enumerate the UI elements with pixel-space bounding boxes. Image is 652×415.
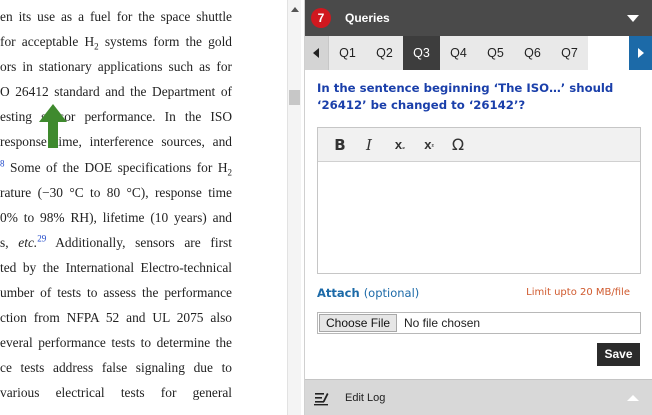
choose-file-button[interactable]: Choose File bbox=[319, 314, 398, 332]
document-line: ted by the International Electro-technic… bbox=[0, 260, 232, 276]
response-editor: B I x₂ x² Ω bbox=[317, 127, 641, 274]
line-text: ction from NFPA 52 and UL 2075 also bbox=[0, 310, 232, 325]
tab-q7[interactable]: Q7 bbox=[551, 36, 588, 70]
line-text: ted by the International Electro-technic… bbox=[0, 260, 232, 275]
tab-q4[interactable]: Q4 bbox=[440, 36, 477, 70]
file-status: No file chosen bbox=[404, 316, 481, 330]
document-line: umber of tests to assess the performance bbox=[0, 285, 232, 301]
tab-q5[interactable]: Q5 bbox=[477, 36, 514, 70]
line-text: s, bbox=[0, 235, 19, 250]
editor-toolbar: B I x₂ x² Ω bbox=[318, 128, 640, 162]
tab-q2[interactable]: Q2 bbox=[366, 36, 403, 70]
query-tabs: Q1 Q2 Q3 Q4 Q5 Q6 Q7 bbox=[329, 36, 588, 70]
line-italic-text: etc. bbox=[18, 235, 38, 250]
edit-log-bar[interactable]: Edit Log bbox=[305, 379, 652, 415]
line-text: esting sensor performance. In the ISO bbox=[0, 109, 232, 124]
document-scrollbar[interactable] bbox=[287, 0, 301, 415]
previous-tab-button[interactable] bbox=[305, 36, 329, 70]
subscript-glyph: x bbox=[394, 137, 403, 152]
line-text: various electrical tests for general bbox=[0, 385, 232, 400]
query-tab-strip: Q1 Q2 Q3 Q4 Q5 Q6 Q7 bbox=[305, 36, 652, 70]
document-line: various electrical tests for general bbox=[0, 385, 232, 401]
document-line: 0% to 98% RH), lifetime (10 years) and bbox=[0, 210, 232, 226]
line-text: 0% to 98% RH), lifetime (10 years) and bbox=[0, 210, 232, 225]
attach-limit-note: Limit upto 20 MB/file bbox=[526, 287, 630, 298]
document-pane: en its use as a fuel for the space shutt… bbox=[0, 0, 287, 415]
queries-title: Queries bbox=[345, 11, 390, 25]
line-text: everal performance tests to determine th… bbox=[0, 335, 232, 350]
attach-title: Attach bbox=[317, 286, 360, 300]
document-line: rature (−30 °C to 80 °C), response time bbox=[0, 185, 232, 201]
document-line: 8 Some of the DOE specifications for H2 bbox=[0, 160, 232, 176]
document-line: everal performance tests to determine th… bbox=[0, 335, 232, 351]
attach-optional: (optional) bbox=[363, 286, 420, 300]
tab-q6[interactable]: Q6 bbox=[514, 36, 551, 70]
formatting-tools: B I x₂ x² Ω bbox=[324, 133, 464, 157]
document-line: O 26412 standard and the Department of bbox=[0, 84, 232, 100]
edit-log-icon bbox=[314, 393, 329, 406]
document-line: for acceptable H2 systems form the gold bbox=[0, 34, 232, 50]
special-character-button[interactable]: Ω bbox=[446, 133, 470, 157]
line-text: rature (−30 °C to 80 °C), response time bbox=[0, 185, 232, 200]
document-line: ce tests address false signaling due to bbox=[0, 360, 232, 376]
line-text: en its use as a fuel for the space shutt… bbox=[0, 9, 232, 24]
up-arrow-marker-icon[interactable] bbox=[37, 104, 69, 148]
tab-q3[interactable]: Q3 bbox=[403, 36, 440, 70]
attach-label: Attach (optional) bbox=[317, 286, 419, 300]
subscript-button[interactable]: x₂ bbox=[388, 133, 412, 157]
expand-icon[interactable] bbox=[627, 395, 639, 401]
line-text: for acceptable H bbox=[0, 34, 95, 49]
line-text: umber of tests to assess the performance bbox=[0, 285, 232, 300]
superscript-button[interactable]: x² bbox=[417, 133, 441, 157]
file-input[interactable]: Choose File No file chosen bbox=[317, 312, 641, 334]
line-subscript: 2 bbox=[227, 167, 233, 176]
document-line: ction from NFPA 52 and UL 2075 also bbox=[0, 310, 232, 326]
italic-button[interactable]: I bbox=[357, 133, 381, 157]
line-text: O 26412 standard and the Department of bbox=[0, 84, 232, 99]
save-button[interactable]: Save bbox=[597, 343, 640, 366]
document-line: ors in stationary applications such as f… bbox=[0, 59, 232, 75]
line-text: response time, interference sources, and bbox=[0, 134, 232, 149]
edit-log-label: Edit Log bbox=[345, 392, 386, 404]
collapse-icon[interactable] bbox=[627, 15, 639, 22]
document-line: en its use as a fuel for the space shutt… bbox=[0, 9, 232, 25]
queries-header[interactable]: 7 Queries bbox=[305, 0, 652, 36]
line-text: ce tests address false signaling due to bbox=[0, 360, 232, 375]
line-text-continued: systems form the gold bbox=[98, 34, 232, 49]
document-line: response time, interference sources, and bbox=[0, 134, 232, 150]
bold-button[interactable]: B bbox=[328, 133, 352, 157]
next-tab-button[interactable] bbox=[629, 36, 652, 70]
reference-link[interactable]: 29 bbox=[37, 235, 46, 244]
query-question: In the sentence beginning ‘The ISO…’ sho… bbox=[317, 81, 614, 112]
query-count-badge: 7 bbox=[311, 8, 331, 28]
line-text: ors in stationary applications such as f… bbox=[0, 59, 232, 74]
queries-panel: 7 Queries Q1 Q2 Q3 Q4 Q5 Q6 Q7 In the se… bbox=[304, 0, 652, 415]
scroll-thumb[interactable] bbox=[289, 90, 300, 105]
response-text-area[interactable] bbox=[318, 162, 640, 273]
line-text: Some of the DOE specifications for H bbox=[4, 160, 228, 175]
superscript-mark: ² bbox=[431, 144, 434, 151]
scroll-up-icon[interactable] bbox=[291, 7, 299, 12]
line-text-continued: Additionally, sensors are first bbox=[46, 235, 232, 250]
document-line: esting sensor performance. In the ISO bbox=[0, 109, 232, 125]
document-line: s, etc.29 Additionally, sensors are firs… bbox=[0, 235, 232, 251]
tab-q1[interactable]: Q1 bbox=[329, 36, 366, 70]
tab-strip-filler bbox=[588, 36, 629, 70]
subscript-mark: ₂ bbox=[402, 144, 406, 151]
